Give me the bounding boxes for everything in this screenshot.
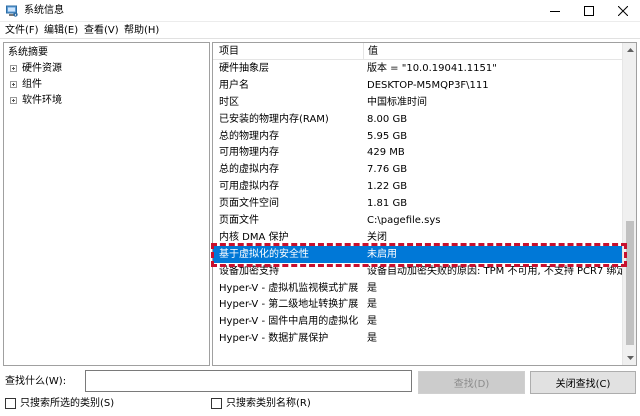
- row-value-cell: 版本 = "10.0.19041.1151": [367, 63, 497, 74]
- table-row[interactable]: 总的物理内存 5.95 GB: [213, 128, 623, 145]
- close-icon: [618, 6, 628, 16]
- row-item-cell: 页面文件空间: [219, 198, 279, 210]
- menu-file[interactable]: 文件(F): [5, 24, 39, 37]
- list-rows: 硬件抽象层 版本 = "10.0.19041.1151" 用户名 DESKTOP-M5…: [213, 60, 630, 347]
- table-row[interactable]: Hyper-V - 数据扩展保护 是: [213, 330, 623, 347]
- row-item-cell: Hyper-V - 第二级地址转换扩展: [219, 299, 359, 311]
- table-row[interactable]: Hyper-V - 虚拟机监视模式扩展是: [213, 280, 623, 297]
- row-item-cell: 时区: [219, 96, 239, 108]
- search-label: 查找什么(W):: [5, 376, 67, 387]
- row-item-cell: 已安装的物理内存(RAM): [219, 113, 329, 125]
- table-row[interactable]: 用户名 DESKTOP-M5MQP3F\111: [213, 77, 623, 94]
- table-row[interactable]: 页面文件 C:\pagefile.sys: [213, 212, 623, 229]
- window-title: 系统信息: [24, 5, 64, 16]
- row-value-cell: 429 MB: [367, 147, 405, 159]
- table-row[interactable]: 已安装的物理内存(RAM) 8.00 GB: [213, 111, 623, 128]
- close-find-button[interactable]: 关闭查找(C): [530, 371, 636, 394]
- row-item-cell: 设备加密支持: [219, 265, 279, 277]
- tree-item-label: 硬件资源: [22, 63, 62, 74]
- row-value-cell: 1.22 GB: [367, 181, 408, 193]
- table-row[interactable]: Hyper-V - 固件中启用的虚拟化是: [213, 313, 623, 330]
- row-value-cell: 1.81 GB: [367, 198, 408, 210]
- only-selected-category-checkbox[interactable]: [5, 398, 16, 409]
- scroll-down-button[interactable]: [623, 351, 636, 365]
- row-value-cell: 关闭: [367, 231, 387, 243]
- row-value-cell: 设备自动加密失败的原因: TPM 不可用, 不支持 PCR7 绑定,: [367, 265, 630, 277]
- table-row[interactable]: 时区 中国标准时间: [213, 94, 623, 111]
- row-value-cell: 未启用: [367, 248, 397, 260]
- table-row[interactable]: 页面文件空间 1.81 GB: [213, 195, 623, 212]
- details-list: 项目 值 硬件抽象层 版本 = "10.0.19041.1151" 用户名 DESKT…: [212, 42, 637, 366]
- vertical-scrollbar[interactable]: [622, 43, 636, 365]
- column-header-value[interactable]: 值: [368, 45, 378, 58]
- row-item-cell: 可用虚拟内存: [219, 181, 279, 193]
- menu-help[interactable]: 帮助(H): [124, 24, 159, 37]
- row-value-cell: 8.00 GB: [367, 113, 408, 125]
- row-item-cell: Hyper-V - 虚拟机监视模式扩展: [219, 282, 359, 294]
- table-row[interactable]: 可用物理内存 429 MB: [213, 144, 623, 161]
- only-selected-category-label: 只搜索所选的类别(S): [20, 398, 115, 409]
- row-value-cell: DESKTOP-M5MQP3F\111: [367, 79, 489, 91]
- list-header: 项目 值: [213, 43, 623, 60]
- title-bar: 系统信息: [0, 0, 640, 22]
- minimize-button[interactable]: [538, 0, 572, 22]
- category-tree: 系统摘要 硬件资源 组件 软件环境: [3, 42, 210, 366]
- scroll-thumb[interactable]: [626, 221, 634, 345]
- menu-edit[interactable]: 编辑(E): [44, 24, 78, 37]
- tree-item-label: 组件: [22, 79, 42, 90]
- minimize-icon: [550, 11, 560, 12]
- menu-view[interactable]: 查看(V): [84, 24, 119, 37]
- maximize-icon: [584, 6, 594, 16]
- row-value-cell: C:\pagefile.sys: [367, 215, 441, 227]
- tree-item-system-summary[interactable]: 系统摘要: [8, 46, 48, 59]
- find-button[interactable]: 查找(D): [418, 371, 525, 394]
- expand-plus-icon[interactable]: [10, 97, 17, 104]
- only-category-names-checkbox[interactable]: [211, 398, 222, 409]
- maximize-button[interactable]: [572, 0, 606, 22]
- row-value-cell: 5.95 GB: [367, 130, 408, 142]
- row-value-cell: 是: [367, 299, 377, 311]
- row-item-cell: 页面文件: [219, 215, 259, 227]
- row-item-cell: 用户名: [219, 79, 249, 91]
- row-item-cell: Hyper-V - 数据扩展保护: [219, 333, 329, 345]
- table-row[interactable]: 硬件抽象层 版本 = "10.0.19041.1151": [213, 60, 623, 77]
- expand-plus-icon[interactable]: [10, 65, 17, 72]
- table-row[interactable]: 内核 DMA 保护 关闭: [213, 229, 623, 246]
- scroll-up-button[interactable]: [623, 43, 636, 57]
- column-divider[interactable]: [363, 43, 364, 60]
- table-row[interactable]: 可用虚拟内存 1.22 GB: [213, 178, 623, 195]
- table-row[interactable]: 总的虚拟内存 7.76 GB: [213, 161, 623, 178]
- table-row[interactable]: 基于虚拟化的安全性 未启用: [213, 245, 623, 263]
- table-row[interactable]: 设备加密支持 设备自动加密失败的原因: TPM 不可用, 不支持 PCR7 绑定,: [213, 263, 630, 280]
- row-value-cell: 中国标准时间: [367, 96, 427, 108]
- system-info-app-icon: [6, 5, 18, 17]
- table-row[interactable]: Hyper-V - 第二级地址转换扩展是: [213, 296, 623, 313]
- tree-item-label: 软件环境: [22, 95, 62, 106]
- row-item-cell: 总的物理内存: [219, 130, 279, 142]
- expand-plus-icon[interactable]: [10, 81, 17, 88]
- row-value-cell: 是: [367, 282, 377, 294]
- search-input[interactable]: [85, 370, 412, 392]
- close-button[interactable]: [606, 0, 640, 22]
- row-item-cell: 硬件抽象层: [219, 63, 269, 74]
- row-value-cell: 是: [367, 333, 377, 345]
- row-value-cell: 是: [367, 316, 377, 328]
- column-header-item[interactable]: 项目: [219, 45, 239, 58]
- only-category-names-label: 只搜索类别名称(R): [226, 398, 311, 409]
- scroll-up-arrow-icon: [626, 48, 634, 52]
- row-item-cell: 基于虚拟化的安全性: [219, 248, 309, 260]
- scroll-down-arrow-icon: [626, 356, 634, 360]
- row-item-cell: 总的虚拟内存: [219, 164, 279, 176]
- menu-bar: 文件(F) 编辑(E) 查看(V) 帮助(H): [0, 22, 640, 39]
- row-value-cell: 7.76 GB: [367, 164, 408, 176]
- row-item-cell: 内核 DMA 保护: [219, 231, 289, 243]
- row-item-cell: 可用物理内存: [219, 147, 279, 159]
- row-item-cell: Hyper-V - 固件中启用的虚拟化: [219, 316, 359, 328]
